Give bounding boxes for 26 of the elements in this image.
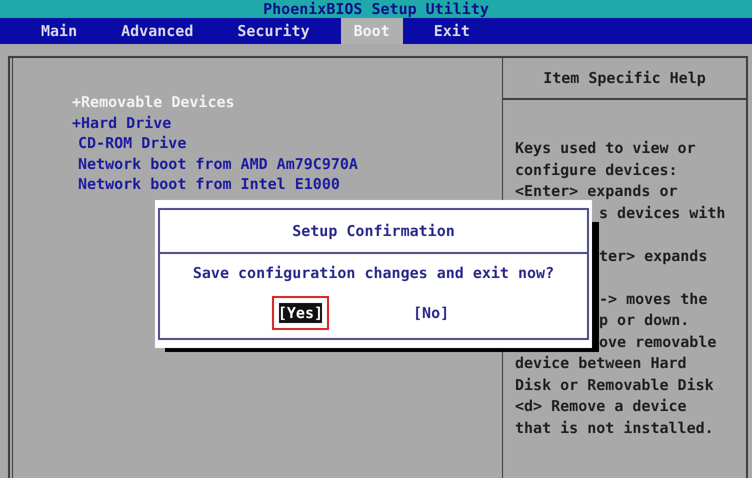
menu-tab[interactable]: Main xyxy=(28,18,90,44)
menu-tab[interactable]: Exit xyxy=(420,18,483,44)
help-text: <d> Remove a device xyxy=(515,397,687,415)
help-title: Item Specific Help xyxy=(543,69,706,87)
dialog-button[interactable]: [Yes] xyxy=(272,296,330,330)
window-title: PhoenixBIOS Setup Utility xyxy=(263,0,489,18)
help-text: s devices with xyxy=(599,204,726,222)
help-text: <Enter> expands or xyxy=(515,182,678,200)
help-text: Keys used to view or xyxy=(515,139,696,157)
help-text: configure devices: xyxy=(515,160,678,178)
help-text: device between Hard xyxy=(515,354,687,372)
dialog-title: Setup Confirmation xyxy=(160,210,587,254)
boot-device-item[interactable]: CD-ROM Drive xyxy=(64,133,502,154)
menu-tab[interactable]: Security xyxy=(224,18,323,44)
dialog-message: Save configuration changes and exit now? xyxy=(192,263,556,282)
help-text: that is not installed. xyxy=(515,418,714,436)
menu-tab[interactable]: Advanced xyxy=(108,18,206,44)
help-text: ter> expands xyxy=(599,246,708,264)
boot-device-item[interactable]: Network boot from Intel E1000 xyxy=(64,174,502,194)
help-text: Disk or Removable Disk xyxy=(515,376,714,394)
help-text: ove removable xyxy=(599,332,716,350)
help-text: p or down. xyxy=(599,311,690,329)
boot-device-item[interactable]: +Hard Drive xyxy=(64,112,502,133)
boot-device-item[interactable]: Network boot from AMD Am79C970A xyxy=(64,154,502,174)
dialog-button[interactable]: [No] xyxy=(407,296,456,330)
help-text: -> moves the xyxy=(599,290,708,308)
